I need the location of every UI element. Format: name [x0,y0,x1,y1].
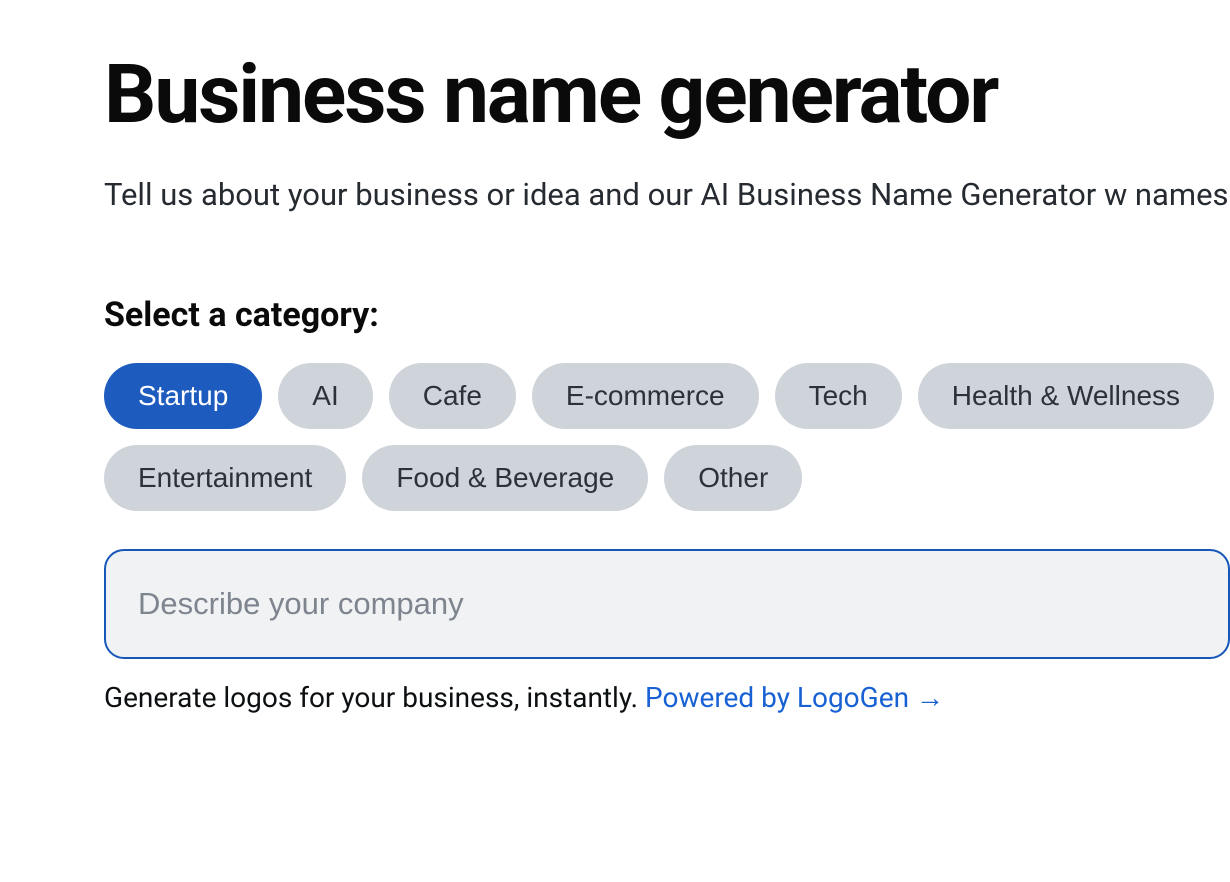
powered-by-link[interactable]: Powered by LogoGen → [645,681,944,714]
category-pill-e-commerce[interactable]: E-commerce [532,363,759,429]
category-pill-startup[interactable]: Startup [104,363,262,429]
category-pills-container: StartupAI CafeE-commerceTechHealth & Well… [104,363,1230,511]
page-title: Business name generator [104,50,1230,140]
category-pill-cafe[interactable]: Cafe [389,363,516,429]
page-subtitle: Tell us about your business or idea and … [104,170,1230,220]
footer-text: Generate logos for your business, instan… [104,681,645,714]
category-pill-tech[interactable]: Tech [775,363,902,429]
category-pill-health-wellness[interactable]: Health & Wellness [918,363,1214,429]
category-pill-other[interactable]: Other [664,445,802,511]
category-section-label: Select a category: [104,295,1230,335]
category-pill-entertainment[interactable]: Entertainment [104,445,346,511]
company-description-input[interactable] [104,549,1230,659]
arrow-right-icon: → [916,681,944,714]
category-pill-ai[interactable]: AI [278,363,372,429]
footer-text-container: Generate logos for your business, instan… [104,681,1230,714]
category-pill-food-beverage[interactable]: Food & Beverage [362,445,648,511]
